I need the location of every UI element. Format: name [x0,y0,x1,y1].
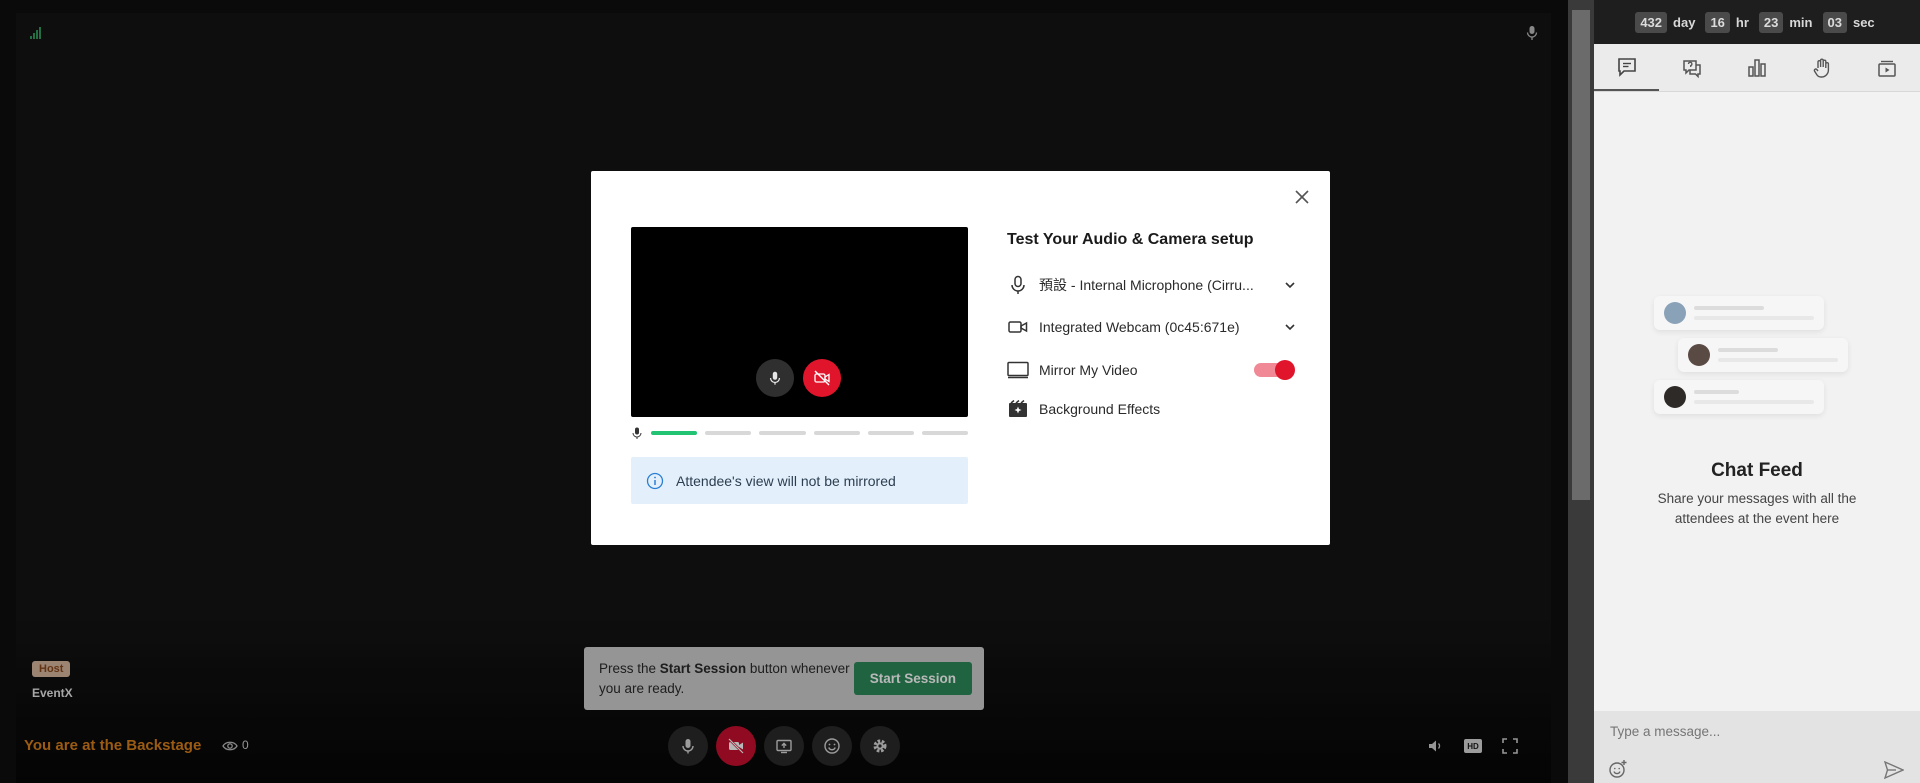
timer-minutes: 23 [1758,11,1784,33]
preview-mic-button[interactable] [756,359,794,397]
microphone-icon [1007,275,1029,295]
preview-camera-button[interactable] [803,359,841,397]
sidebar-tabs [1594,44,1920,92]
illustration-line [1718,358,1838,362]
timer-seconds-unit: sec [1852,14,1875,30]
mirror-info-box: Attendee's view will not be mirrored [631,457,968,504]
avatar [1688,344,1710,366]
event-timer: 432 day 16 hr 23 min 03 sec [1594,0,1920,44]
mirror-video-toggle-knob[interactable] [1275,360,1295,380]
background-effects-row[interactable]: Background Effects [1007,399,1160,419]
timer-days: 432 [1635,11,1668,33]
video-camera-icon [1007,317,1029,337]
mirror-info-text: Attendee's view will not be mirrored [676,472,896,489]
monitor-icon [1007,360,1029,380]
qa-icon [1683,59,1701,78]
timer-days-unit: day [1673,14,1696,30]
audio-level-meter [631,427,969,439]
timer-seconds: 03 [1822,11,1847,33]
microphone-select[interactable]: 預設 - Internal Microphone (Cirru... [1007,275,1297,295]
chat-icon [1617,57,1636,77]
avatar [1664,302,1686,324]
microphone-icon [769,371,781,385]
modal-title: Test Your Audio & Camera setup [1007,231,1254,248]
close-icon[interactable] [1292,187,1312,207]
microphone-select-value: 預設 - Internal Microphone (Cirru... [1039,277,1254,293]
chat-feed-title: Chat Feed [1711,460,1803,481]
right-sidebar: 432 day 16 hr 23 min 03 sec Chat Feed Sh… [1594,0,1920,783]
audio-level-segment [651,431,698,435]
poll-icon [1748,58,1766,77]
audio-level-segment [867,431,914,435]
audio-level-segment [705,431,752,435]
illustration-line [1694,400,1814,404]
audio-level-bars [651,431,969,435]
chat-compose-area [1594,711,1920,783]
illustration-line [1694,316,1814,320]
add-emoji-icon[interactable] [1608,759,1628,779]
audio-level-segment [813,431,860,435]
mirror-video-label: Mirror My Video [1039,362,1138,378]
camera-select-value: Integrated Webcam (0c45:671e) [1039,319,1240,335]
tab-media[interactable] [1855,44,1920,91]
camera-select[interactable]: Integrated Webcam (0c45:671e) [1007,317,1297,337]
camera-off-icon [814,370,830,386]
illustration-line [1694,306,1764,310]
illustration-line [1694,390,1739,394]
tab-polls[interactable] [1724,44,1789,91]
timer-hours-unit: hr [1735,14,1749,30]
tab-chat[interactable] [1594,44,1660,91]
microphone-icon [632,427,642,439]
media-icon [1878,60,1897,77]
chevron-down-icon [1285,282,1295,289]
send-icon[interactable] [1884,761,1904,779]
mirror-video-row: Mirror My Video [1007,360,1138,380]
chevron-down-icon [1285,324,1295,331]
timer-hours: 16 [1705,11,1730,33]
chat-feed-subtitle: Share your messages with all the attende… [1657,491,1857,526]
avatar [1664,386,1686,408]
tab-raise-hand[interactable] [1790,44,1855,91]
illustration-line [1718,348,1778,352]
stage-scrollbar-thumb[interactable] [1572,10,1590,500]
audio-level-segment [759,431,806,435]
chat-feed-illustration [1654,296,1864,426]
background-effects-label: Background Effects [1039,401,1161,417]
timer-minutes-unit: min [1789,14,1813,30]
background-effects-icon [1007,399,1029,419]
av-setup-modal: Attendee's view will not be mirrored Tes… [591,171,1330,545]
info-icon [646,472,664,489]
chat-message-input[interactable] [1610,724,1890,739]
tab-qa[interactable] [1659,44,1724,91]
raise-hand-icon [1813,58,1830,78]
video-preview [631,227,968,417]
audio-level-segment [921,431,969,435]
